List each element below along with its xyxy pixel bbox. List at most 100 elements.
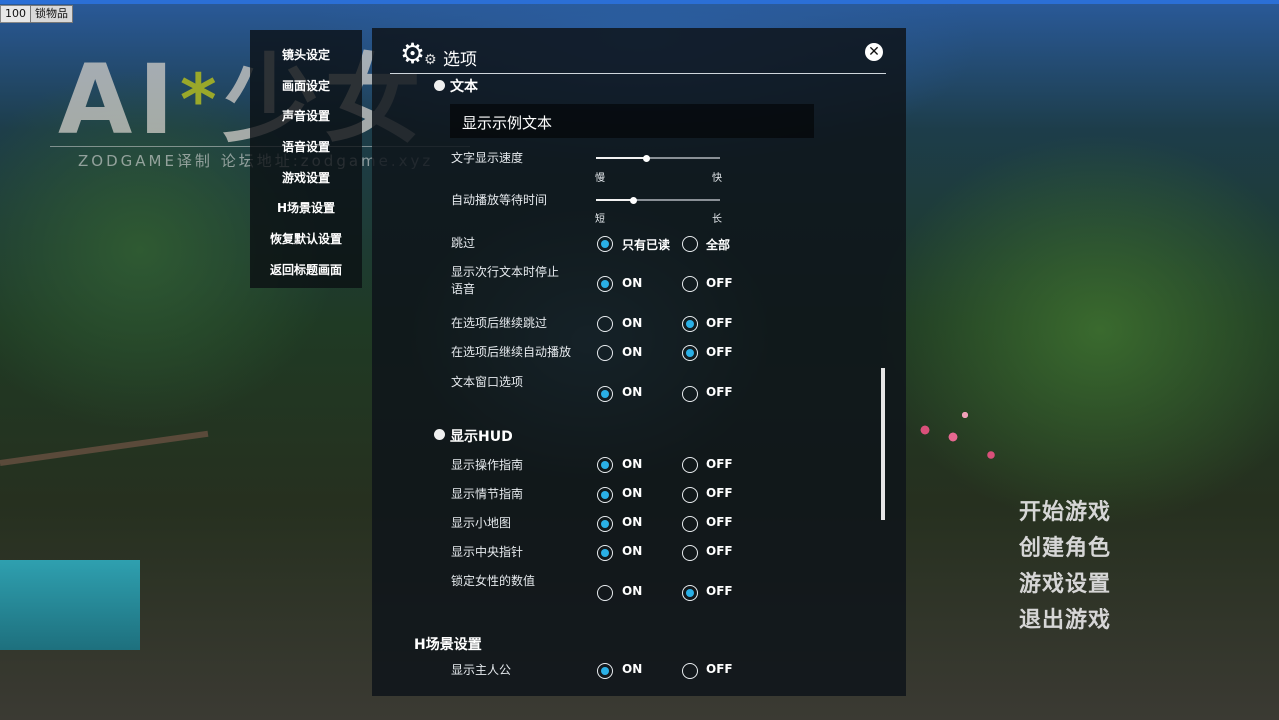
lock-female-stats-on-radio[interactable]: [597, 585, 613, 601]
top-bar: [0, 0, 1279, 4]
watermark-title-a: AI: [58, 44, 181, 156]
skip-after-choice-off-label: OFF: [706, 316, 733, 330]
auto-wait-handle[interactable]: [630, 197, 637, 204]
settings-sidebar: 镜头设定 画面设定 声音设置 语音设置 游戏设置 H场景设置 恢复默认设置 返回…: [250, 30, 362, 288]
stop-voice-label-1: 显示次行文本时停止: [451, 265, 560, 279]
show-protagonist-off-radio[interactable]: [682, 663, 698, 679]
operation-guide-label: 显示操作指南: [451, 458, 524, 472]
compass-on-label: ON: [622, 544, 643, 558]
auto-wait-max: 长: [712, 214, 722, 225]
lock-female-stats-off-label: OFF: [706, 584, 733, 598]
background-pool: [0, 560, 140, 650]
watermark-star: *: [180, 59, 223, 141]
text-window-on-label: ON: [622, 385, 643, 399]
stop-voice-on-radio[interactable]: [597, 276, 613, 292]
options-scrollbar[interactable]: [881, 368, 885, 520]
stop-voice-off-radio[interactable]: [682, 276, 698, 292]
section-text-header: 文本: [450, 79, 478, 95]
show-protagonist-label: 显示主人公: [451, 663, 512, 677]
text-window-off-radio[interactable]: [682, 386, 698, 402]
options-dialog: ⚙ ⚙ 选项 ✕ 文本 显示示例文本 文字显示速度 慢 快 自动播放等待时间 短…: [372, 28, 906, 696]
text-speed-max: 快: [712, 173, 722, 184]
auto-after-choice-off-radio[interactable]: [682, 345, 698, 361]
compass-off-radio[interactable]: [682, 545, 698, 561]
background-flowers: [905, 405, 1025, 495]
menu-start-game[interactable]: 开始游戏: [1019, 494, 1111, 526]
sidebar-item-voice[interactable]: 语音设置: [250, 138, 362, 155]
story-guide-on-radio[interactable]: [597, 487, 613, 503]
sidebar-item-camera[interactable]: 镜头设定: [250, 46, 362, 63]
operation-guide-on-radio[interactable]: [597, 457, 613, 473]
section-bullet-icon: [434, 429, 445, 440]
text-speed-min: 慢: [595, 173, 605, 184]
sidebar-item-graphics[interactable]: 画面设定: [250, 77, 362, 94]
auto-after-choice-label: 在选项后继续自动播放: [451, 345, 572, 359]
lock-items-button[interactable]: 锁物品: [30, 5, 73, 23]
compass-label: 显示中央指针: [451, 545, 524, 559]
sidebar-item-return-title[interactable]: 返回标题画面: [250, 261, 362, 278]
minimap-off-label: OFF: [706, 515, 733, 529]
text-speed-fill: [596, 157, 646, 159]
show-protagonist-off-label: OFF: [706, 662, 733, 676]
close-icon[interactable]: ✕: [865, 43, 883, 61]
skip-all-label: 全部: [706, 238, 731, 252]
show-protagonist-on-label: ON: [622, 662, 643, 676]
sample-text-box: 显示示例文本: [450, 104, 814, 138]
title-divider: [390, 73, 886, 74]
stop-voice-off-label: OFF: [706, 276, 733, 290]
skip-after-choice-on-label: ON: [622, 316, 643, 330]
story-guide-off-radio[interactable]: [682, 487, 698, 503]
small-gear-icon: ⚙: [424, 52, 437, 68]
minimap-off-radio[interactable]: [682, 516, 698, 532]
menu-quit-game[interactable]: 退出游戏: [1019, 602, 1111, 634]
text-window-off-label: OFF: [706, 385, 733, 399]
stop-voice-label-2: 语音: [451, 282, 476, 296]
compass-off-label: OFF: [706, 544, 733, 558]
stop-voice-on-label: ON: [622, 276, 643, 290]
text-window-label: 文本窗口选项: [451, 375, 524, 389]
background-railing: [0, 430, 209, 466]
story-guide-label: 显示情节指南: [451, 487, 524, 501]
menu-game-settings[interactable]: 游戏设置: [1019, 566, 1111, 598]
auto-wait-label: 自动播放等待时间: [451, 193, 548, 207]
sidebar-item-h-scene[interactable]: H场景设置: [250, 199, 362, 216]
skip-after-choice-label: 在选项后继续跳过: [451, 316, 548, 330]
text-speed-handle[interactable]: [643, 155, 650, 162]
skip-read-only-radio[interactable]: [597, 236, 613, 252]
story-guide-on-label: ON: [622, 486, 643, 500]
minimap-label: 显示小地图: [451, 516, 512, 530]
section-hud-header: 显示HUD: [450, 429, 513, 445]
minimap-on-radio[interactable]: [597, 516, 613, 532]
text-speed-label: 文字显示速度: [451, 151, 524, 165]
dialog-title: 选项: [443, 50, 477, 70]
story-guide-off-label: OFF: [706, 486, 733, 500]
menu-create-character[interactable]: 创建角色: [1019, 530, 1111, 562]
text-window-on-radio[interactable]: [597, 386, 613, 402]
skip-all-radio[interactable]: [682, 236, 698, 252]
skip-after-choice-off-radio[interactable]: [682, 316, 698, 332]
sample-text: 显示示例文本: [462, 114, 553, 132]
skip-read-only-label: 只有已读: [622, 238, 671, 252]
show-protagonist-on-radio[interactable]: [597, 663, 613, 679]
fps-counter: 100: [0, 5, 31, 23]
skip-after-choice-on-radio[interactable]: [597, 316, 613, 332]
minimap-on-label: ON: [622, 515, 643, 529]
auto-after-choice-off-label: OFF: [706, 345, 733, 359]
operation-guide-off-label: OFF: [706, 457, 733, 471]
skip-label: 跳过: [451, 236, 476, 250]
sidebar-item-restore-defaults[interactable]: 恢复默认设置: [250, 230, 362, 247]
auto-wait-fill: [596, 199, 633, 201]
lock-female-stats-off-radio[interactable]: [682, 585, 698, 601]
section-bullet-icon: [434, 80, 445, 91]
lock-female-stats-label: 锁定女性的数值: [451, 574, 536, 588]
section-h-scene-header: H场景设置: [414, 637, 482, 653]
operation-guide-on-label: ON: [622, 457, 643, 471]
sidebar-item-game[interactable]: 游戏设置: [250, 169, 362, 186]
lock-female-stats-on-label: ON: [622, 584, 643, 598]
sidebar-item-sound[interactable]: 声音设置: [250, 107, 362, 124]
operation-guide-off-radio[interactable]: [682, 457, 698, 473]
auto-wait-min: 短: [595, 214, 605, 225]
auto-after-choice-on-radio[interactable]: [597, 345, 613, 361]
auto-after-choice-on-label: ON: [622, 345, 643, 359]
compass-on-radio[interactable]: [597, 545, 613, 561]
